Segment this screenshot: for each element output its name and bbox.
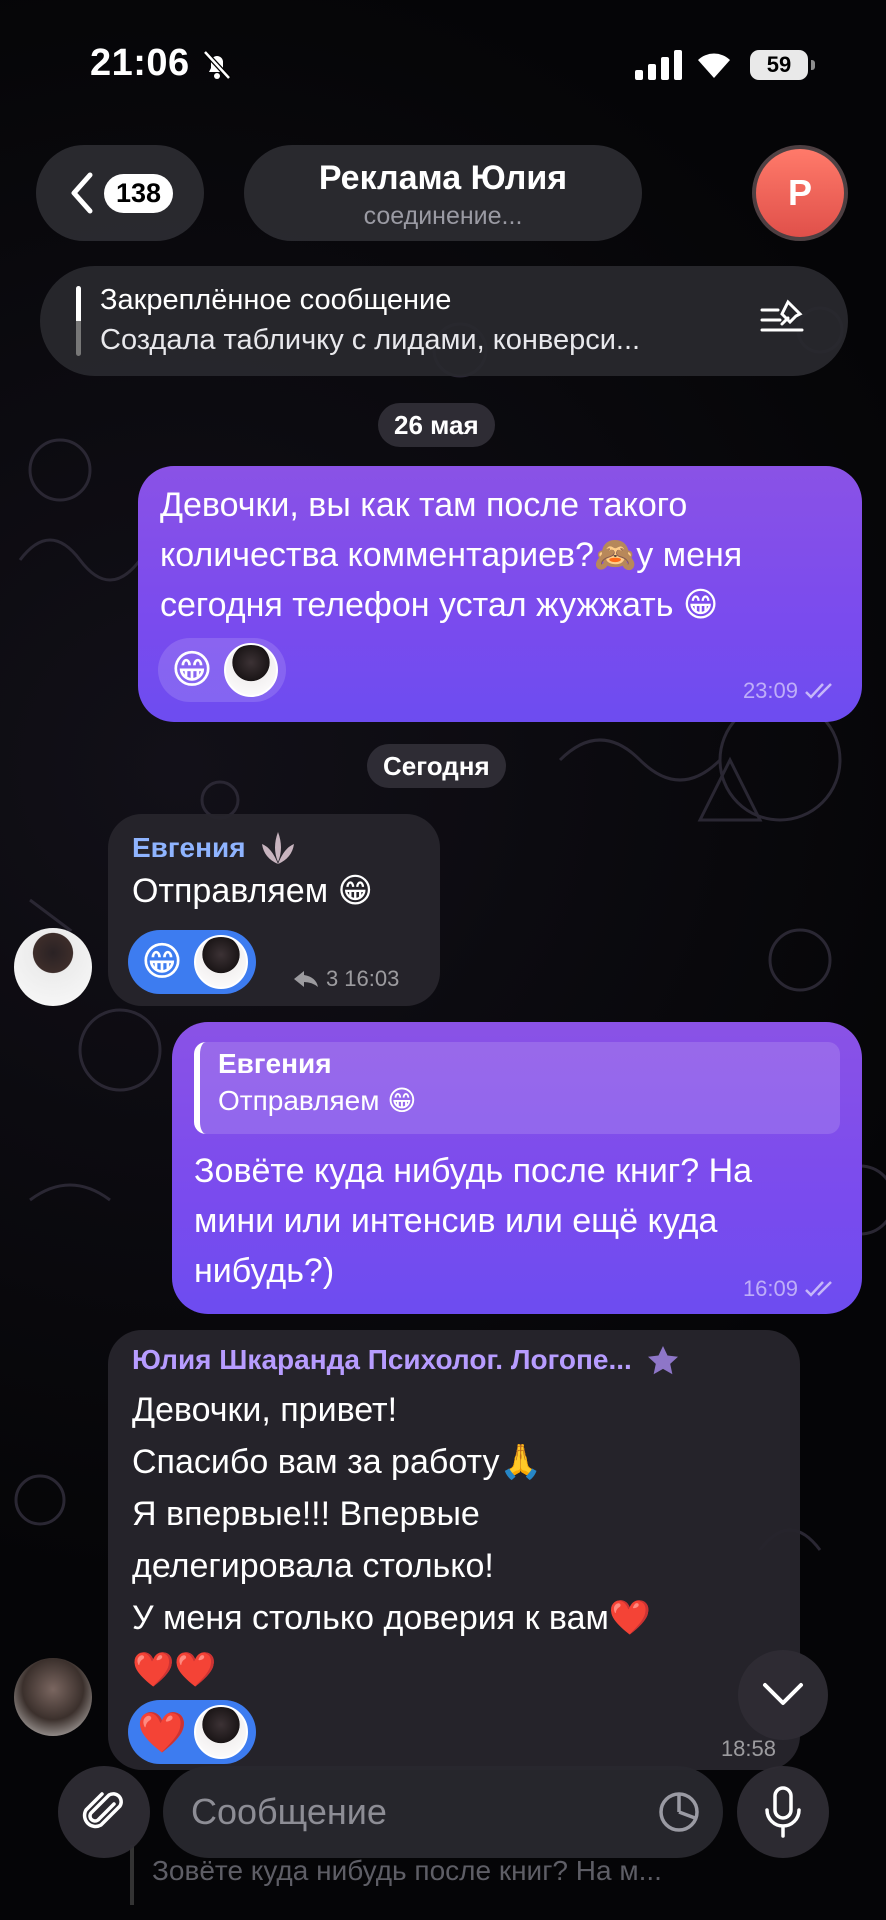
wifi-icon: [698, 53, 730, 78]
sender-avatar[interactable]: [14, 928, 92, 1006]
message-line: Зовёте куда нибудь после книг? На: [194, 1152, 753, 1190]
microphone-icon: [765, 1786, 801, 1838]
battery-indicator: 59: [750, 50, 815, 80]
pinned-message-bar[interactable]: Закреплённое сообщение Создала табличку …: [40, 266, 848, 376]
reactor-avatar: [194, 935, 248, 989]
chevron-left-icon: [71, 172, 93, 214]
date-separator: 26 мая: [378, 403, 495, 447]
message-time: 23:09: [742, 678, 798, 703]
message-input[interactable]: [191, 1766, 631, 1858]
message-text: Девочки, привет! Спасибо вам за работу🙏 …: [132, 1384, 651, 1696]
scroll-to-bottom-button[interactable]: [738, 1650, 828, 1740]
pinned-text: Создала табличку с лидами, конверси...: [100, 324, 641, 356]
replies-count: 3: [326, 966, 339, 991]
sender-name[interactable]: Юлия Шкаранда Психолог. Логопе...: [132, 1344, 632, 1376]
message-meta: 23:09: [743, 678, 838, 704]
reaction-chip[interactable]: 😁: [158, 638, 286, 702]
reaction-chip[interactable]: ❤️: [128, 1700, 256, 1764]
message-time: 16:09: [742, 1276, 798, 1301]
reaction-emoji: 😁: [141, 940, 183, 984]
sender-name[interactable]: Евгения: [132, 832, 246, 864]
sender-avatar[interactable]: [14, 1658, 92, 1736]
back-button[interactable]: 138: [36, 145, 204, 241]
message-line: количества комментариев?🙈у меня: [160, 536, 743, 574]
chat-avatar[interactable]: Р: [752, 145, 848, 241]
sticker-icon[interactable]: [657, 1790, 701, 1834]
reaction-emoji: 😁: [171, 648, 213, 692]
message-outgoing-reply[interactable]: Евгения Отправляем 😁 Зовёте куда нибудь …: [172, 1022, 862, 1314]
message-line: ❤️❤️: [132, 1651, 217, 1689]
message-meta: 16:09: [743, 1276, 838, 1302]
message-meta: 18:58: [721, 1736, 776, 1762]
message-input-container[interactable]: [163, 1766, 723, 1858]
star-icon: [647, 1346, 678, 1375]
message-line: сегодня телефон устал жужжать 😁: [160, 586, 719, 624]
chat-title: Реклама Юлия: [318, 159, 568, 197]
message-line: нибудь?): [194, 1252, 335, 1290]
pin-list-icon[interactable]: [758, 296, 810, 342]
reactor-avatar: [224, 643, 278, 697]
message-text: Зовёте куда нибудь после книг? На мини и…: [194, 1146, 752, 1296]
message-text: Отправляем 😁: [132, 872, 373, 910]
lotus-emoji-icon: [261, 832, 294, 864]
message-line: Я впервые!!! Впервые: [132, 1495, 480, 1533]
message-line: мини или интенсив или ещё куда: [194, 1202, 718, 1240]
reaction-chip[interactable]: 😁: [128, 930, 256, 994]
paperclip-icon: [82, 1792, 123, 1829]
cellular-signal-icon: [635, 48, 682, 80]
chat-status: соединение...: [363, 202, 523, 230]
chevron-down-icon: [763, 1683, 803, 1705]
quote-sender: Евгения: [218, 1048, 332, 1079]
date-separator: Сегодня: [367, 744, 506, 788]
pinned-title: Закреплённое сообщение: [100, 284, 452, 316]
double-check-icon: [805, 683, 832, 699]
quote-text: Отправляем 😁: [218, 1085, 417, 1116]
message-line: Девочки, привет!: [132, 1391, 398, 1429]
reactor-avatar: [194, 1705, 248, 1759]
attach-button[interactable]: [58, 1766, 150, 1858]
message-incoming[interactable]: Юлия Шкаранда Психолог. Логопе... Девочк…: [108, 1330, 800, 1770]
message-meta: 3 16:03: [292, 966, 399, 992]
message-line: Спасибо вам за работу🙏: [132, 1443, 542, 1481]
message-outgoing[interactable]: Девочки, вы как там после такого количес…: [138, 466, 862, 722]
message-time: 18:58: [720, 1736, 776, 1761]
reaction-emoji: ❤️: [137, 1710, 187, 1755]
status-bar: 21:06 59: [0, 0, 886, 120]
pinned-indicator: [76, 286, 81, 356]
quoted-message[interactable]: Евгения Отправляем 😁: [194, 1042, 840, 1134]
message-incoming[interactable]: Евгения Отправляем 😁 😁 3 16:03: [108, 814, 440, 1006]
bell-off-icon: [203, 50, 231, 80]
voice-record-button[interactable]: [737, 1766, 829, 1858]
double-check-icon: [805, 1281, 832, 1297]
message-line: Девочки, вы как там после такого: [160, 486, 688, 524]
chat-title-area[interactable]: Реклама Юлия соединение...: [244, 145, 642, 241]
status-time: 21:06: [90, 42, 190, 84]
message-line: делегировала столько!: [132, 1547, 494, 1585]
message-text: Девочки, вы как там после такого количес…: [160, 480, 742, 630]
message-time: 16:03: [344, 966, 400, 991]
reply-arrow-icon: [294, 971, 318, 987]
unread-count-badge: 138: [104, 173, 174, 213]
message-line: У меня столько доверия к вам❤️: [132, 1599, 652, 1637]
